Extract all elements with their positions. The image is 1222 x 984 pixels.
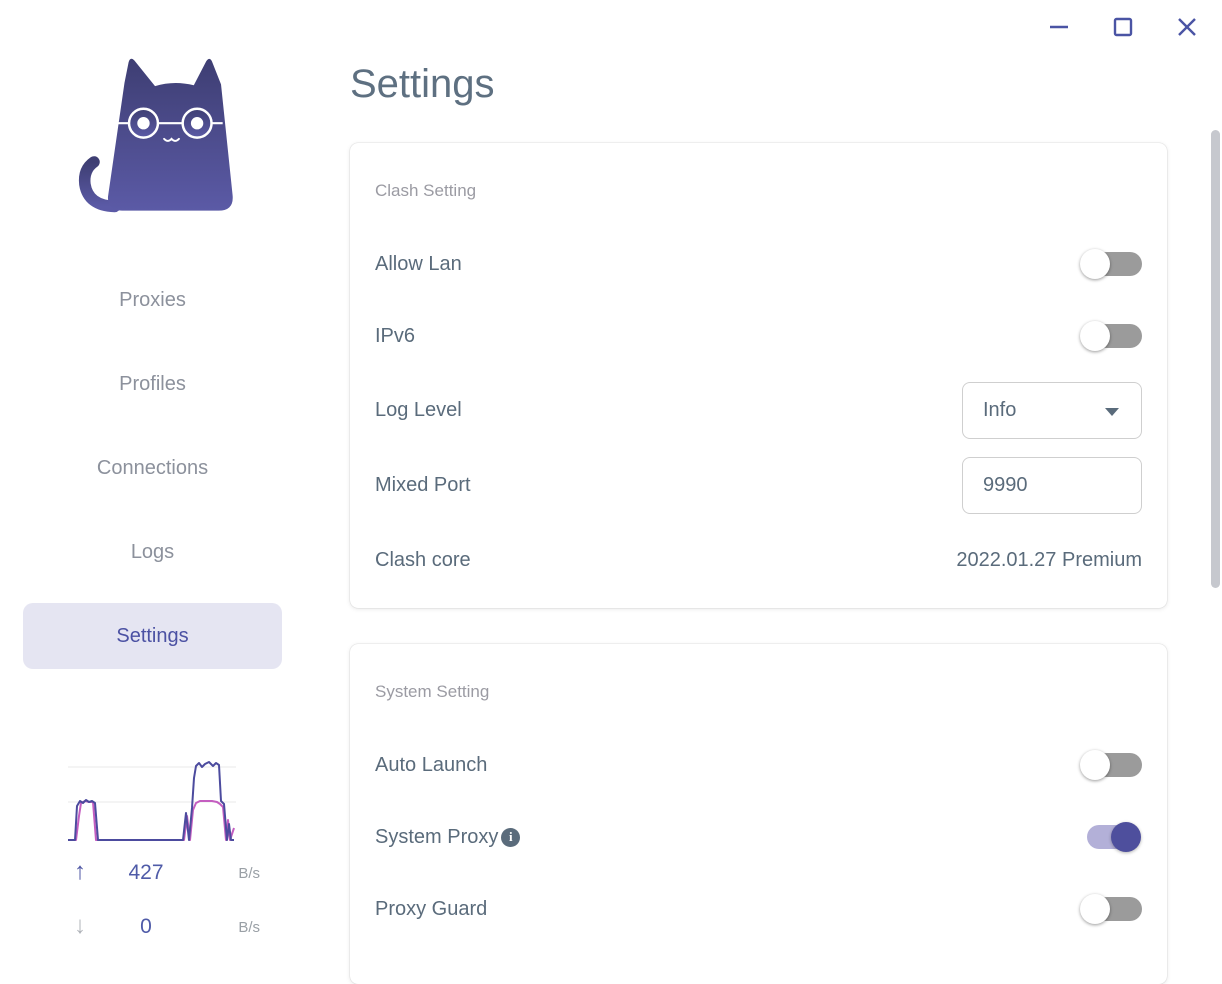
setting-label: System Proxy i (375, 825, 521, 849)
minimize-icon (1050, 25, 1068, 29)
close-icon (1178, 18, 1196, 36)
allow-lan-toggle[interactable] (1080, 248, 1142, 280)
sidebar-item-label: Logs (130, 540, 175, 563)
setting-label: Clash core (375, 548, 471, 571)
ipv6-toggle[interactable] (1080, 320, 1142, 352)
clash-setting-card: Clash Setting Allow Lan IPv6 Log Level I… (350, 143, 1167, 608)
setting-row-clash-core: Clash core 2022.01.27 Premium (375, 524, 1142, 596)
toggle-knob (1080, 750, 1110, 780)
setting-row-allow-lan: Allow Lan (375, 228, 1142, 300)
log-level-value: Info (983, 398, 1017, 421)
sidebar: Proxies Profiles Connections Logs Settin… (0, 0, 305, 956)
download-stat: ↓ 0 B/s (40, 912, 262, 942)
setting-row-auto-launch: Auto Launch (375, 729, 1142, 801)
minimize-button[interactable] (1046, 14, 1072, 40)
setting-row-system-proxy: System Proxy i (375, 801, 1142, 873)
clash-core-version: 2022.01.27 Premium (956, 548, 1142, 571)
card-header: System Setting (375, 682, 490, 701)
proxy-guard-toggle[interactable] (1080, 893, 1142, 925)
scrollbar-thumb[interactable] (1211, 130, 1220, 588)
setting-row-ipv6: IPv6 (375, 300, 1142, 372)
download-series (68, 800, 235, 841)
setting-label: Auto Launch (375, 753, 488, 776)
setting-label: IPv6 (375, 324, 416, 347)
toggle-knob (1111, 822, 1141, 852)
upload-unit: B/s (238, 865, 260, 882)
app-logo-cat (42, 24, 240, 234)
sidebar-item-label: Settings (116, 624, 189, 647)
sidebar-item-profiles[interactable]: Profiles (23, 351, 282, 417)
close-button[interactable] (1174, 14, 1200, 40)
toggle-knob (1080, 249, 1110, 279)
setting-row-log-level: Log Level Info (375, 374, 1142, 446)
auto-launch-toggle[interactable] (1080, 749, 1142, 781)
setting-row-mixed-port: Mixed Port (375, 449, 1142, 521)
sidebar-item-label: Connections (96, 456, 209, 479)
setting-label: Mixed Port (375, 473, 471, 496)
maximize-icon (1113, 17, 1133, 37)
sidebar-item-connections[interactable]: Connections (23, 435, 282, 501)
upload-arrow-icon: ↑ (74, 858, 86, 885)
sidebar-item-label: Proxies (119, 288, 186, 311)
upload-value: 427 (128, 861, 164, 884)
log-level-select[interactable]: Info (962, 381, 1142, 439)
sidebar-item-label: Profiles (119, 372, 186, 395)
system-proxy-toggle[interactable] (1080, 821, 1142, 853)
system-setting-card: System Setting Auto Launch System Proxy … (350, 644, 1167, 984)
download-unit: B/s (238, 919, 260, 936)
toggle-knob (1080, 894, 1110, 924)
system-proxy-label: System Proxy (375, 825, 499, 848)
sidebar-nav: Proxies Profiles Connections Logs Settin… (0, 267, 305, 687)
setting-row-proxy-guard: Proxy Guard (375, 873, 1142, 945)
page-title: Settings (350, 62, 495, 106)
upload-stat: ↑ 427 B/s (40, 858, 262, 888)
setting-label: Proxy Guard (375, 897, 488, 920)
toggle-knob (1080, 321, 1110, 351)
download-arrow-icon: ↓ (74, 912, 86, 939)
card-header: Clash Setting (375, 181, 477, 200)
traffic-graph (68, 758, 236, 851)
download-value: 0 (140, 915, 152, 938)
setting-label: Log Level (375, 398, 462, 421)
sidebar-item-logs[interactable]: Logs (23, 519, 282, 585)
maximize-button[interactable] (1110, 14, 1136, 40)
info-icon[interactable]: i (501, 827, 521, 847)
window-controls (1046, 14, 1200, 40)
sidebar-item-settings[interactable]: Settings (23, 603, 282, 669)
sidebar-item-proxies[interactable]: Proxies (23, 267, 282, 333)
chevron-down-icon (1105, 407, 1119, 416)
setting-label: Allow Lan (375, 252, 462, 275)
mixed-port-input[interactable] (962, 456, 1142, 514)
